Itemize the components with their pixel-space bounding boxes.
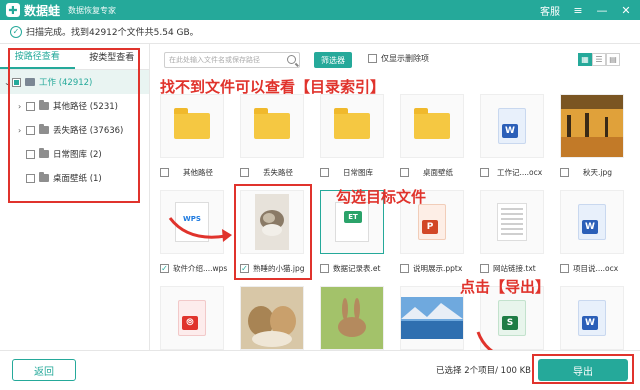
- folder-icon: [414, 108, 450, 139]
- file-tile[interactable]: W 工作记....ocx: [480, 94, 552, 194]
- app-subtitle: 数据恢复专家: [68, 5, 117, 15]
- file-name: 其他路径: [183, 167, 213, 177]
- file-checkbox[interactable]: [560, 167, 569, 177]
- grid-view-icon[interactable]: ▦: [578, 53, 592, 66]
- scan-status-text: 扫描完成。找到42912个文件共5.54 GB。: [26, 28, 199, 38]
- filter-button[interactable]: 筛选器: [314, 52, 352, 68]
- thumbnail[interactable]: [240, 94, 304, 158]
- word-file-icon: W: [578, 300, 606, 336]
- file-checkbox[interactable]: [480, 263, 489, 273]
- back-button[interactable]: 返回: [12, 359, 76, 381]
- file-name: 日常图库: [343, 167, 373, 177]
- file-checkbox[interactable]: [240, 167, 249, 177]
- file-tile[interactable]: 丢失路径: [240, 94, 312, 194]
- thumbnail[interactable]: [480, 190, 544, 254]
- file-checkbox[interactable]: [560, 263, 569, 273]
- word-file-icon: W: [498, 108, 526, 144]
- file-name: 数据记录表.et: [333, 263, 381, 273]
- thumbnail[interactable]: [400, 286, 464, 350]
- file-tile[interactable]: [240, 286, 312, 350]
- list-view-icon[interactable]: ☰: [592, 53, 606, 66]
- word-file-icon: W: [578, 204, 606, 240]
- selection-info: 已选择 2个项目/ 100 KB: [436, 366, 532, 376]
- autumn-photo: [561, 95, 623, 157]
- close-icon[interactable]: ✕: [620, 4, 632, 17]
- customer-service-button[interactable]: 客服: [540, 3, 560, 18]
- thumbnail[interactable]: W: [560, 190, 624, 254]
- search-icon[interactable]: [287, 55, 296, 64]
- thumbnail[interactable]: [320, 286, 384, 350]
- file-tile[interactable]: ⦾: [160, 286, 232, 350]
- text-file-icon: [497, 203, 527, 241]
- highlight-sidebar-box: [8, 48, 140, 203]
- file-toolbar: 在此处输入文件名或保存路径 筛选器 仅显示删除项 ▦ ☰ ▤: [150, 44, 640, 74]
- folder-icon: [174, 108, 210, 139]
- file-tile[interactable]: 日常图库: [320, 94, 392, 194]
- thumbnail[interactable]: [560, 94, 624, 158]
- thumbnail[interactable]: ⦾: [160, 286, 224, 350]
- file-name: 工作记....ocx: [497, 167, 543, 177]
- file-name: 桌面壁纸: [423, 167, 453, 177]
- thumbnail[interactable]: [400, 94, 464, 158]
- file-checkbox[interactable]: [400, 263, 409, 273]
- powerpoint-file-icon: P: [418, 204, 446, 240]
- search-placeholder: 在此处输入文件名或保存路径: [169, 56, 260, 64]
- menu-icon[interactable]: ≡: [572, 4, 584, 17]
- thumbnail[interactable]: W: [480, 94, 544, 158]
- app-logo: ✚ 数据蛙 数据恢复专家: [6, 2, 116, 19]
- file-name: 项目说....ocx: [573, 263, 619, 273]
- file-checkbox[interactable]: [160, 263, 169, 273]
- only-deleted-label: 仅显示删除项: [381, 54, 429, 63]
- file-checkbox[interactable]: [160, 167, 169, 177]
- file-name: 网站链接.txt: [493, 263, 536, 273]
- thumbnail[interactable]: [160, 94, 224, 158]
- rabbit-photo: [321, 287, 383, 349]
- thumbnail[interactable]: W: [560, 286, 624, 350]
- file-tile[interactable]: 其他路径: [160, 94, 232, 194]
- annotation-select-hint: 勾选目标文件: [336, 188, 427, 206]
- thumbnail[interactable]: [320, 94, 384, 158]
- file-checkbox[interactable]: [400, 167, 409, 177]
- file-tile[interactable]: 网站链接.txt: [480, 190, 552, 290]
- kittens-photo: [241, 287, 303, 349]
- pdf-file-icon: ⦾: [178, 300, 206, 336]
- annotation-export-hint: 点击【导出】: [460, 278, 551, 296]
- app-name: 数据蛙: [24, 3, 61, 18]
- thumbnail[interactable]: [240, 286, 304, 350]
- minimize-icon[interactable]: —: [596, 4, 608, 17]
- scan-status-bar: ✓ 扫描完成。找到42912个文件共5.54 GB。: [0, 20, 640, 44]
- folder-icon: [254, 108, 290, 139]
- file-tile[interactable]: 秋天.jpg: [560, 94, 632, 194]
- detail-view-icon[interactable]: ▤: [606, 53, 620, 66]
- file-tile[interactable]: [320, 286, 392, 350]
- highlight-export-box: [532, 354, 634, 384]
- logo-icon: ✚: [6, 3, 20, 17]
- view-toggle-group: ▦ ☰ ▤: [578, 53, 620, 66]
- file-tile[interactable]: 桌面壁纸: [400, 94, 472, 194]
- folder-icon: [334, 108, 370, 139]
- lake-photo: [401, 297, 463, 339]
- only-deleted-checkbox[interactable]: [368, 54, 377, 63]
- file-checkbox[interactable]: [320, 167, 329, 177]
- file-name: 秋天.jpg: [583, 167, 612, 177]
- file-checkbox[interactable]: [320, 263, 329, 273]
- highlight-cat-tile-box: [234, 184, 312, 280]
- check-circle-icon: ✓: [10, 25, 22, 38]
- title-bar: ✚ 数据蛙 数据恢复专家 客服 ≡ — ✕: [0, 0, 640, 20]
- arrow-to-cat-icon: [168, 217, 232, 242]
- only-deleted-toggle[interactable]: 仅显示删除项: [368, 53, 429, 64]
- annotation-index-hint: 找不到文件可以查看【目录索引】: [160, 78, 386, 96]
- file-name: 软件介绍....wps: [173, 263, 228, 273]
- file-name: 说明展示.pptx: [413, 263, 463, 273]
- file-tile[interactable]: W 项目说....ocx: [560, 190, 632, 290]
- file-checkbox[interactable]: [480, 167, 489, 177]
- file-tile[interactable]: W: [560, 286, 632, 350]
- file-grid: 其他路径 丢失路径 日常图库 桌面壁纸 W 工作记....ocx 秋天.jpg …: [150, 74, 640, 350]
- et-file-icon: ET: [335, 202, 369, 242]
- file-name: 丢失路径: [263, 167, 293, 177]
- search-input[interactable]: 在此处输入文件名或保存路径: [164, 52, 300, 68]
